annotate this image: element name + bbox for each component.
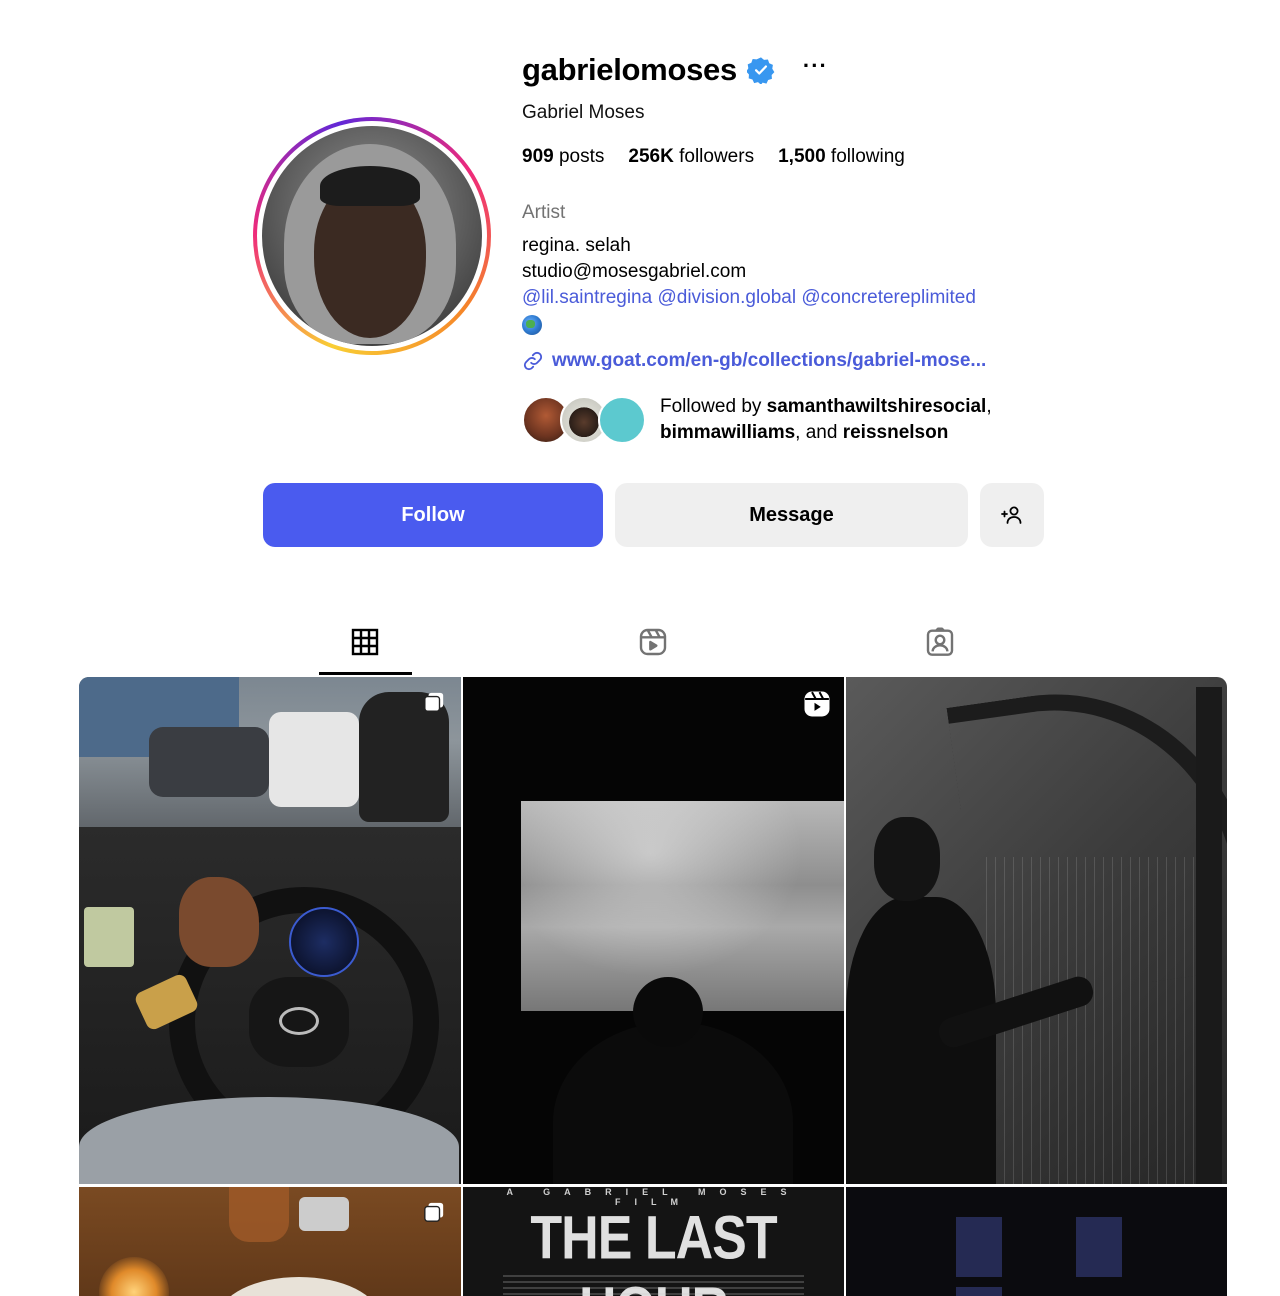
username-row: gabrielomoses ···: [522, 52, 828, 88]
verified-badge-icon: [746, 57, 775, 84]
post-thumbnail[interactable]: [846, 677, 1227, 1184]
mutual-username[interactable]: reissnelson: [843, 422, 949, 443]
followers-count: 256K: [628, 146, 674, 167]
post-thumbnail[interactable]: [463, 677, 844, 1184]
follow-button[interactable]: Follow: [263, 483, 603, 547]
posts-count: 909: [522, 146, 554, 167]
posts-grid: A GABRIEL MOSES FILM THE LAST HOUR: [79, 677, 1227, 1296]
profile-link[interactable]: www.goat.com/en-gb/collections/gabriel-m…: [522, 350, 986, 372]
post-thumbnail[interactable]: [79, 677, 461, 1184]
followed-by[interactable]: Followed by samanthawiltshiresocial, bim…: [522, 394, 992, 446]
followed-by-text: Followed by samanthawiltshiresocial, bim…: [660, 394, 992, 446]
grid-icon: [351, 628, 379, 656]
separator: ,: [986, 396, 992, 417]
globe-emoji-icon: [522, 315, 542, 335]
post-thumbnail[interactable]: [79, 1187, 461, 1296]
tagged-icon: [926, 627, 954, 656]
profile-avatar[interactable]: [253, 117, 491, 355]
following-stat[interactable]: 1,500 following: [778, 146, 905, 168]
add-person-icon: [1001, 506, 1022, 524]
bio-line: studio@mosesgabriel.com: [522, 261, 747, 282]
mutual-username[interactable]: samanthawiltshiresocial: [767, 396, 987, 417]
link-icon: [523, 351, 543, 371]
bio-line: regina. selah: [522, 235, 631, 256]
followers-stat[interactable]: 256K followers: [628, 146, 754, 168]
posts-stat: 909 posts: [522, 146, 604, 168]
mutual-username[interactable]: bimmawilliams: [660, 422, 795, 443]
full-name: Gabriel Moses: [522, 102, 645, 123]
posts-label: posts: [558, 146, 605, 167]
profile-stats: 909 posts 256K followers 1,500 following: [522, 146, 905, 168]
followed-by-prefix: Followed by: [660, 396, 767, 417]
poster-credits: [503, 1271, 804, 1296]
post-thumbnail[interactable]: A GABRIEL MOSES FILM THE LAST HOUR: [463, 1187, 844, 1296]
bio-mentions[interactable]: @lil.saintregina @division.global @concr…: [522, 285, 976, 311]
avatar-photo: [262, 126, 482, 346]
separator: , and: [795, 422, 843, 443]
link-text: www.goat.com/en-gb/collections/gabriel-m…: [552, 350, 987, 371]
followers-label: followers: [679, 146, 755, 167]
post-thumbnail[interactable]: [846, 1187, 1227, 1296]
mutual-avatars: [522, 396, 652, 444]
active-tab-indicator: [319, 672, 412, 675]
mutual-avatar: [598, 396, 646, 444]
following-label: following: [830, 146, 905, 167]
reel-badge-icon: [804, 691, 830, 717]
tab-tagged[interactable]: [920, 622, 960, 662]
profile-page: gabrielomoses ··· Gabriel Moses 909 post…: [0, 0, 1280, 1296]
carousel-icon: [424, 692, 444, 712]
tab-posts[interactable]: [345, 622, 385, 662]
following-count: 1,500: [778, 146, 826, 167]
profile-bio: regina. selah studio@mosesgabriel.com @l…: [522, 233, 976, 343]
tab-reels[interactable]: [633, 622, 673, 662]
more-options-button[interactable]: ···: [803, 55, 828, 77]
suggested-accounts-button[interactable]: [980, 483, 1044, 547]
profile-category: Artist: [522, 202, 566, 223]
carousel-icon: [424, 1202, 444, 1222]
reels-icon: [639, 628, 667, 656]
message-button[interactable]: Message: [615, 483, 968, 547]
username: gabrielomoses: [522, 52, 737, 87]
